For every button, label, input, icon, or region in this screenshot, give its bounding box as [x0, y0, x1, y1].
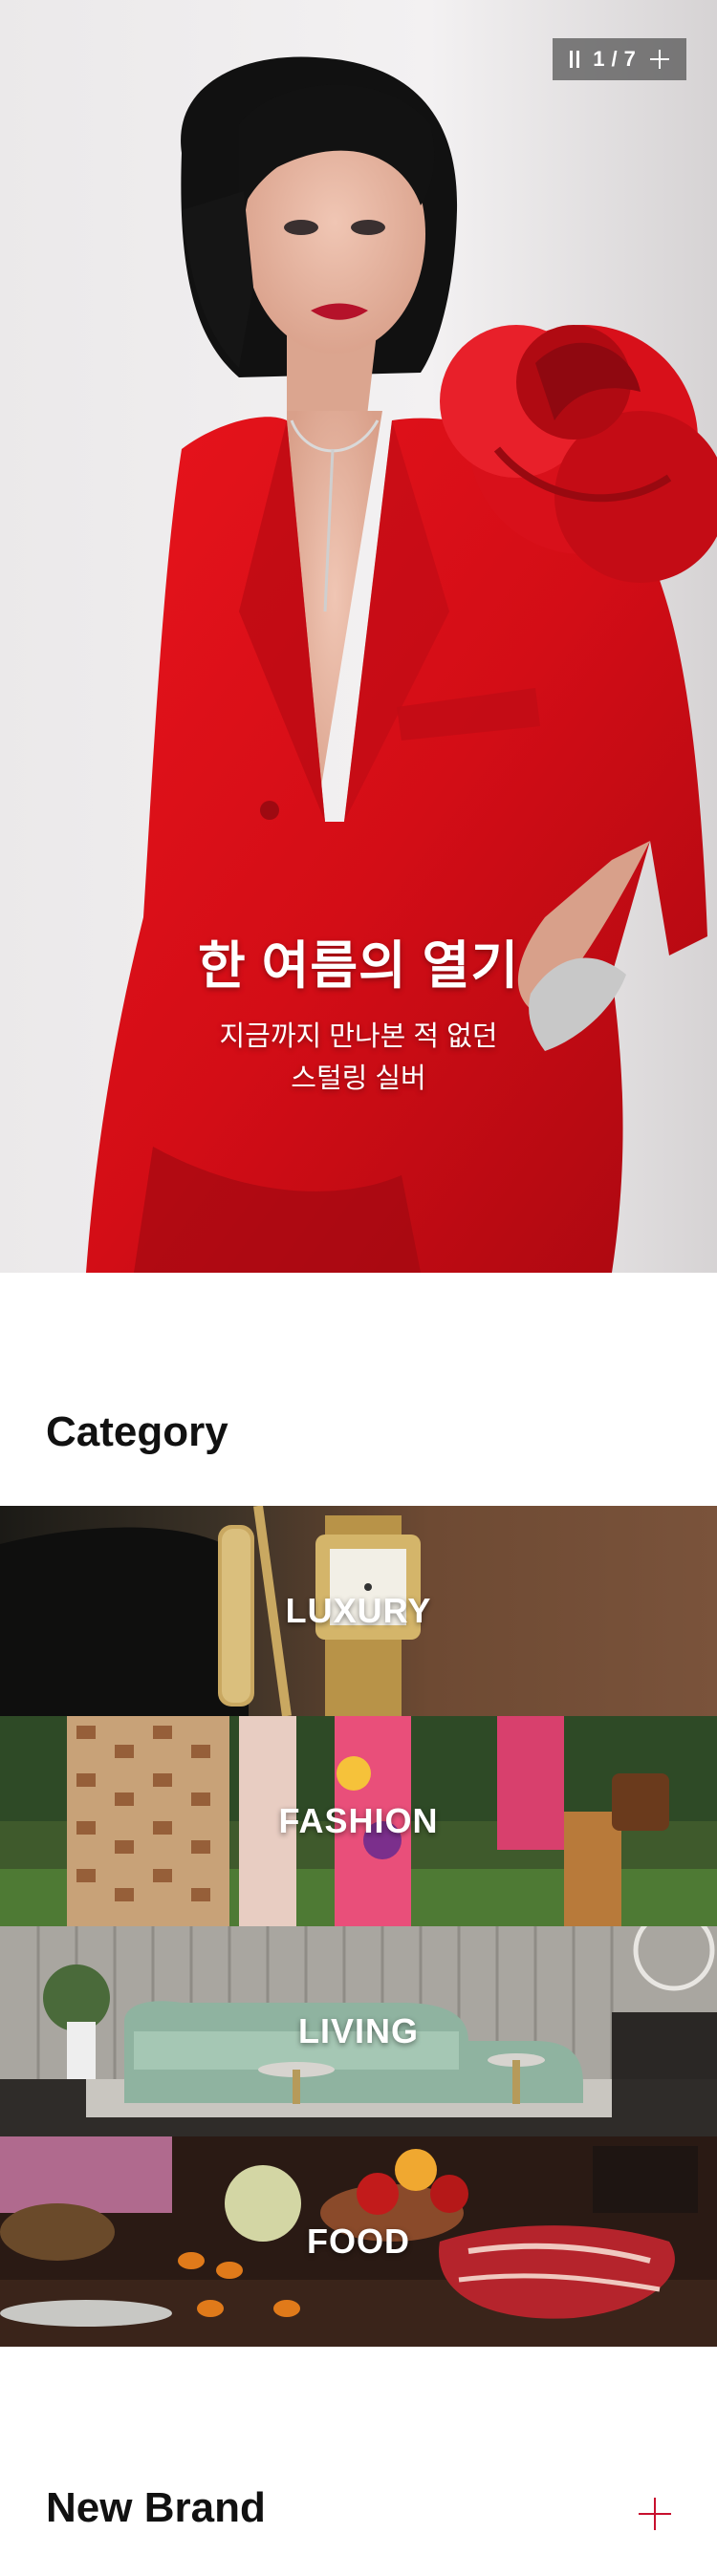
hero-banner[interactable]: 1 / 7 한 여름의 열기 지금까지 만나본 적 없던 스털링 실버 — [0, 0, 717, 1273]
slide-current: 1 — [593, 47, 606, 71]
hero-caption: 한 여름의 열기 지금까지 만나본 적 없던 스털링 실버 — [0, 932, 717, 1100]
category-item-fashion[interactable]: FASHION — [0, 1716, 717, 1926]
pause-icon[interactable] — [570, 51, 580, 68]
hero-subtitle-line-2: 스털링 실버 — [291, 1063, 426, 1094]
hero-subtitle-line-1: 지금까지 만나본 적 없던 — [219, 1021, 498, 1052]
expand-plus-icon[interactable] — [649, 50, 669, 69]
hero-title: 한 여름의 열기 — [197, 937, 520, 995]
new-brand-title: New Brand — [46, 2484, 266, 2531]
category-label-luxury: LUXURY — [285, 1591, 432, 1630]
category-label-fashion: FASHION — [278, 1801, 439, 1840]
category-label-living: LIVING — [297, 2011, 419, 2050]
category-item-living[interactable]: LIVING — [0, 1926, 717, 2136]
category-item-food[interactable]: FOOD — [0, 2136, 717, 2347]
hero-subtitle: 지금까지 만나본 적 없던 스털링 실버 — [0, 1016, 717, 1100]
category-title: Category — [46, 1408, 228, 1455]
category-list: LUXURY FASHION LIVING FOOD — [0, 1506, 717, 2347]
slide-separator: / — [611, 47, 619, 71]
slide-total: 7 — [623, 47, 637, 71]
slide-counter: 1 / 7 — [553, 38, 686, 80]
slide-counter-text: 1 / 7 — [593, 47, 637, 72]
new-brand-more-plus-icon[interactable] — [639, 2498, 671, 2530]
category-item-luxury[interactable]: LUXURY — [0, 1506, 717, 1716]
category-label-food: FOOD — [307, 2222, 410, 2261]
